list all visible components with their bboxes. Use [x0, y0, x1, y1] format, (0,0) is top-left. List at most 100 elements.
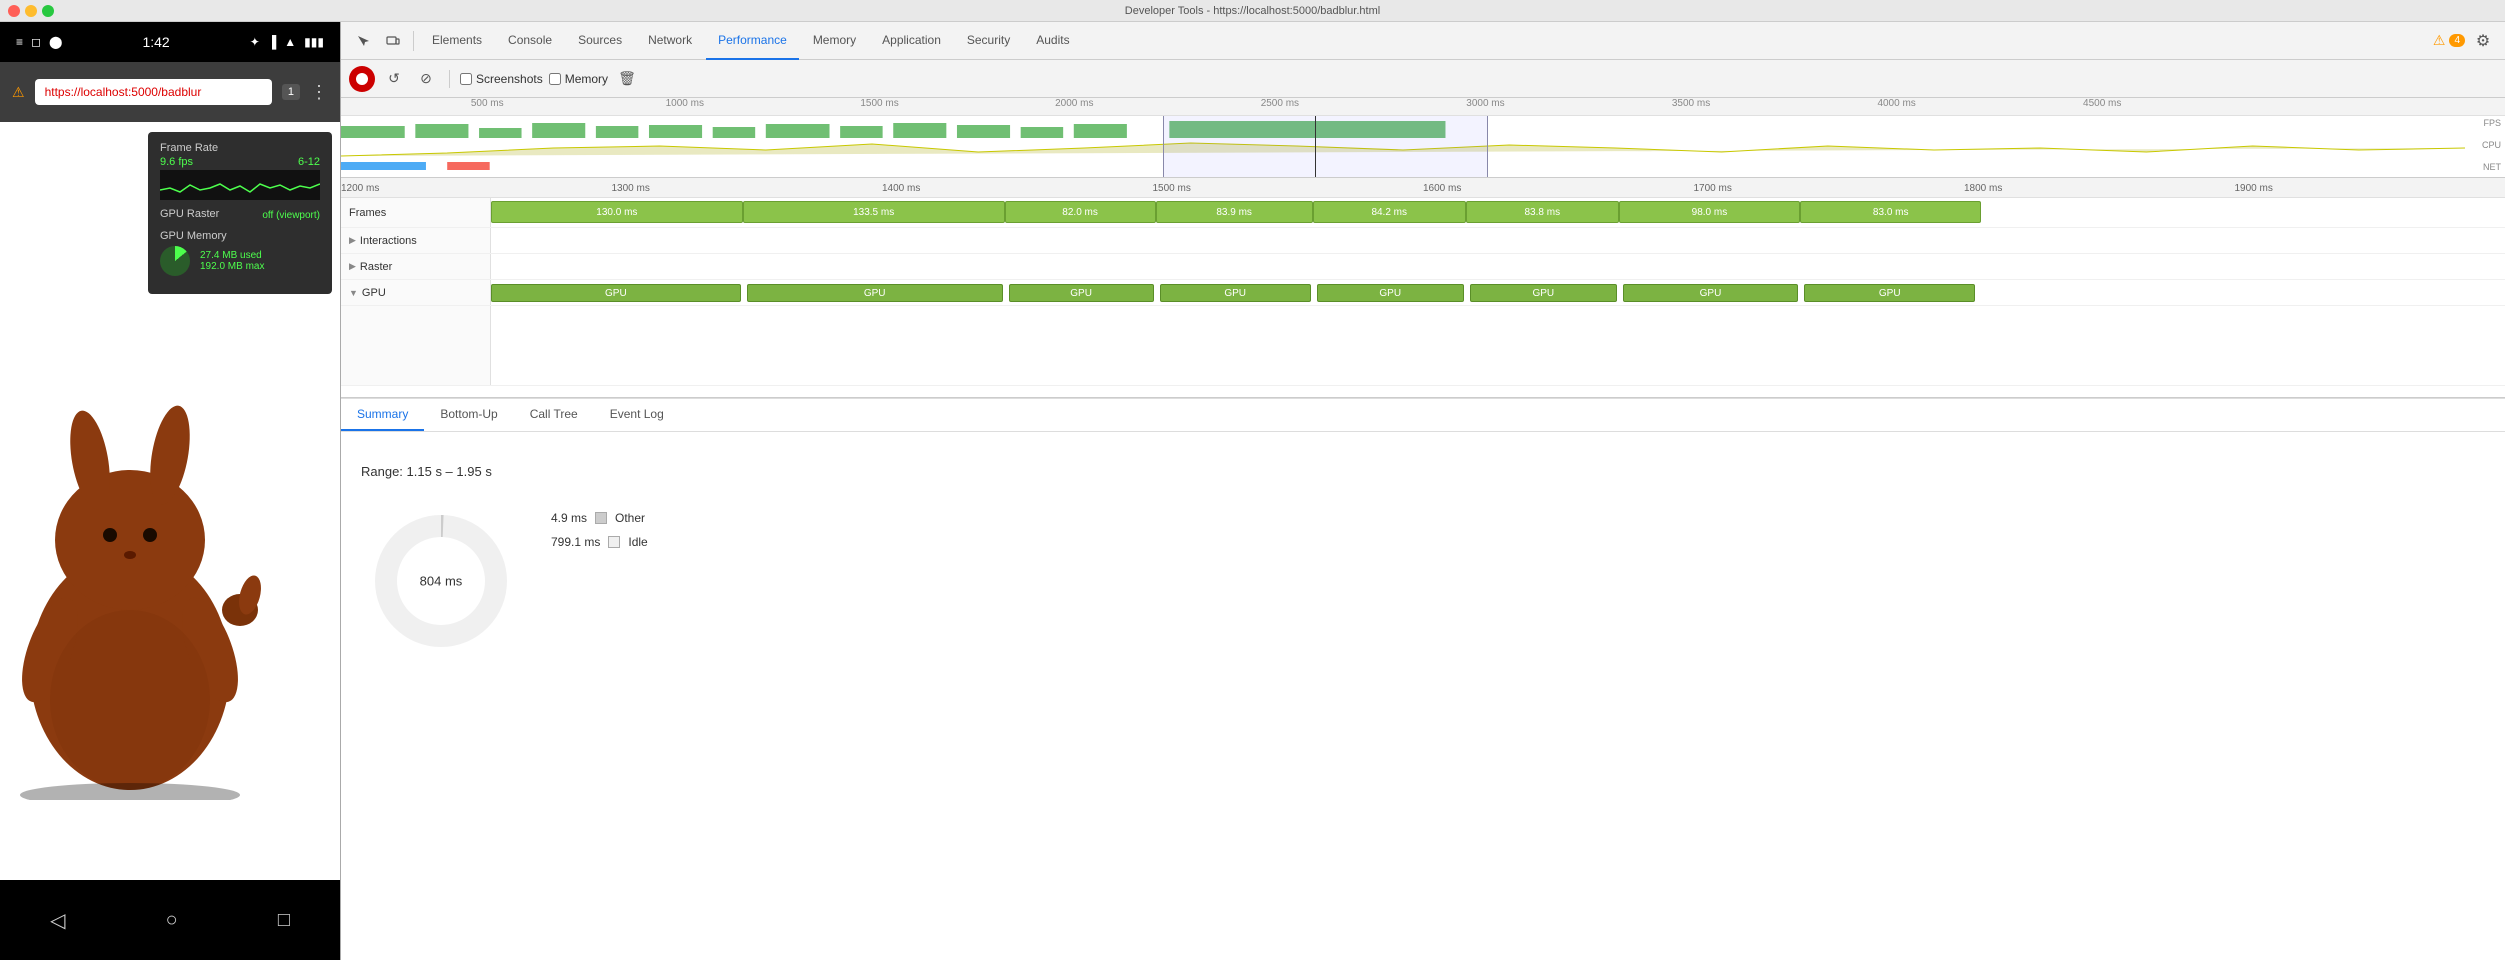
- bluetooth-icon: ✦: [250, 35, 260, 49]
- overview-timeline[interactable]: 500 ms 1000 ms 1500 ms 2000 ms 2500 ms 3…: [341, 98, 2505, 178]
- donut-chart: 804 ms: [361, 501, 521, 661]
- perf-toolbar: ↺ ⊘ Screenshots Memory 🗑: [341, 60, 2505, 98]
- frame-block-4[interactable]: 84.2 ms: [1313, 201, 1466, 223]
- fps-range: 6-12: [298, 156, 320, 168]
- memory-label: Memory: [565, 72, 608, 86]
- ruler-tick-500: 500 ms: [471, 98, 504, 109]
- bunny-container: [0, 350, 320, 800]
- gpu-label[interactable]: ▼ GPU: [341, 280, 491, 305]
- settings-gear-icon[interactable]: ⚙: [2469, 27, 2497, 55]
- frame-block-7[interactable]: 83.0 ms: [1800, 201, 1981, 223]
- browser-menu-icon[interactable]: ⋮: [310, 82, 328, 103]
- reload-button[interactable]: ↺: [381, 66, 407, 92]
- frame-block-0[interactable]: 130.0 ms: [491, 201, 743, 223]
- signal-icon: ▐: [268, 35, 277, 49]
- minimize-button[interactable]: [25, 5, 37, 17]
- empty-row-1: [341, 306, 2505, 386]
- gpu-memory-label: GPU Memory: [160, 230, 320, 242]
- tab-network[interactable]: Network: [636, 22, 704, 60]
- gpu-block-3[interactable]: GPU: [1160, 284, 1311, 302]
- frame-block-5[interactable]: 83.8 ms: [1466, 201, 1619, 223]
- android-navbar[interactable]: ◁ ○ □: [0, 880, 340, 960]
- tab-bottom-up[interactable]: Bottom-Up: [424, 399, 513, 431]
- memory-checkbox-label[interactable]: Memory: [549, 72, 608, 86]
- gpu-block-7[interactable]: GPU: [1804, 284, 1975, 302]
- gpu-raster-label: GPU Raster: [160, 208, 219, 220]
- frame-rate-row: Frame Rate 9.6 fps 6-12: [160, 142, 320, 200]
- idle-swatch: [608, 536, 620, 548]
- close-button[interactable]: [8, 5, 20, 17]
- tab-memory[interactable]: Memory: [801, 22, 868, 60]
- frame-block-3[interactable]: 83.9 ms: [1156, 201, 1313, 223]
- clear-button[interactable]: ⊘: [413, 66, 439, 92]
- cpu-track-label: CPU: [2482, 140, 2501, 150]
- record-button[interactable]: [349, 66, 375, 92]
- gpu-content: GPU GPU GPU GPU GPU GPU GPU GPU: [491, 280, 2505, 305]
- detail-timeline[interactable]: 1200 ms 1300 ms 1400 ms 1500 ms 1600 ms …: [341, 178, 2505, 398]
- gpu-block-6[interactable]: GPU: [1623, 284, 1798, 302]
- donut-center-label: 804 ms: [420, 574, 463, 589]
- frame-block-6[interactable]: 98.0 ms: [1619, 201, 1800, 223]
- ruler-tick-2000: 2000 ms: [1055, 98, 1093, 109]
- tab-event-log[interactable]: Event Log: [594, 399, 680, 431]
- interactions-arrow: ▶: [349, 235, 356, 246]
- raster-row[interactable]: ▶ Raster: [341, 254, 2505, 280]
- notification-icon: ◻: [31, 35, 41, 49]
- frame-block-1[interactable]: 133.5 ms: [743, 201, 1005, 223]
- home-icon[interactable]: ○: [166, 909, 178, 932]
- frame-block-2[interactable]: 82.0 ms: [1005, 201, 1156, 223]
- stats-overlay: Frame Rate 9.6 fps 6-12 GPU Raster: [148, 132, 332, 294]
- gpu-block-4[interactable]: GPU: [1317, 284, 1464, 302]
- fps-graph: [160, 170, 320, 200]
- warning-icon: ⚠: [2433, 32, 2446, 49]
- circle-icon: ⬤: [49, 35, 62, 49]
- memory-checkbox[interactable]: [549, 73, 561, 85]
- delete-button[interactable]: 🗑: [614, 66, 640, 92]
- phone-content: Frame Rate 9.6 fps 6-12 GPU Raster: [0, 122, 340, 880]
- raster-label[interactable]: ▶ Raster: [341, 254, 491, 279]
- url-text: https://localhost:5000/badblur: [45, 85, 202, 99]
- overview-tracks: FPS CPU NET: [341, 116, 2505, 177]
- gpu-row[interactable]: ▼ GPU GPU GPU GPU GPU GPU GPU GPU GPU: [341, 280, 2505, 306]
- other-label: Other: [615, 511, 645, 525]
- interactions-row[interactable]: ▶ Interactions: [341, 228, 2505, 254]
- back-icon[interactable]: ◁: [50, 908, 65, 933]
- recent-apps-icon[interactable]: □: [278, 909, 290, 932]
- maximize-button[interactable]: [42, 5, 54, 17]
- toolbar-separator: [449, 70, 450, 88]
- screenshots-checkbox[interactable]: [460, 73, 472, 85]
- tab-elements[interactable]: Elements: [420, 22, 494, 60]
- tab-console[interactable]: Console: [496, 22, 564, 60]
- cursor-icon-btn[interactable]: [349, 27, 377, 55]
- tab-performance[interactable]: Performance: [706, 22, 799, 60]
- responsive-icon-btn[interactable]: [379, 27, 407, 55]
- status-icons-left: ≡ ◻ ⬤: [16, 35, 62, 49]
- memory-donut-chart: [160, 246, 190, 276]
- browser-url-bar[interactable]: https://localhost:5000/badblur: [35, 79, 272, 105]
- detail-tick-1200: 1200 ms: [341, 183, 379, 194]
- tab-audits[interactable]: Audits: [1024, 22, 1081, 60]
- tab-application[interactable]: Application: [870, 22, 953, 60]
- net-overview-chart: [341, 160, 2465, 172]
- gpu-block-1[interactable]: GPU: [747, 284, 1003, 302]
- interactions-label[interactable]: ▶ Interactions: [341, 228, 491, 253]
- frames-row: Frames 130.0 ms 133.5 ms 82.0 ms 83.9 ms…: [341, 198, 2505, 228]
- gpu-block-0[interactable]: GPU: [491, 284, 741, 302]
- gpu-block-2[interactable]: GPU: [1009, 284, 1154, 302]
- detail-tick-1300: 1300 ms: [612, 183, 650, 194]
- bunny-image: [0, 380, 280, 800]
- timeline-area: 500 ms 1000 ms 1500 ms 2000 ms 2500 ms 3…: [341, 98, 2505, 960]
- tab-sources[interactable]: Sources: [566, 22, 634, 60]
- net-track-label: NET: [2483, 162, 2501, 172]
- raster-content: [491, 254, 2505, 279]
- detail-tick-1500: 1500 ms: [1153, 183, 1191, 194]
- screenshots-checkbox-label[interactable]: Screenshots: [460, 72, 543, 86]
- tab-call-tree[interactable]: Call Tree: [514, 399, 594, 431]
- titlebar-buttons[interactable]: [8, 5, 54, 17]
- detail-tick-1400: 1400 ms: [882, 183, 920, 194]
- tab-summary[interactable]: Summary: [341, 399, 424, 431]
- tab-count[interactable]: 1: [282, 84, 300, 100]
- tab-security[interactable]: Security: [955, 22, 1022, 60]
- status-icons-right: ✦ ▐ ▲ ▮▮▮: [250, 35, 324, 49]
- gpu-block-5[interactable]: GPU: [1470, 284, 1617, 302]
